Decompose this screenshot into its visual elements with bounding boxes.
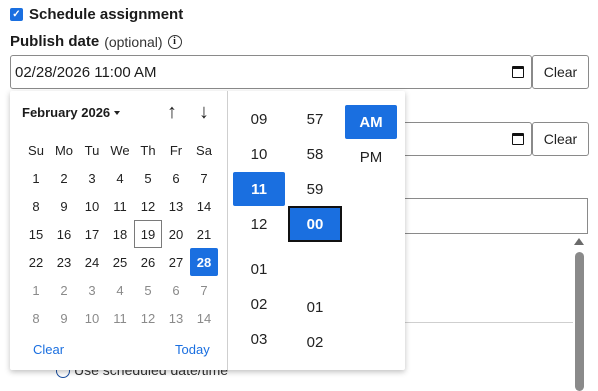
calendar-clear-button[interactable]: Clear [33, 342, 64, 357]
publish-label-row: Publish date (optional) i [10, 33, 182, 50]
day-cell-next-month[interactable]: 2 [50, 276, 78, 304]
day-cell[interactable]: 26 [134, 248, 162, 276]
day-cell-next-month[interactable]: 13 [162, 304, 190, 332]
hour-option[interactable]: 02 [233, 287, 285, 321]
day-cell[interactable]: 10 [78, 192, 106, 220]
calendar-icon[interactable] [512, 133, 524, 145]
day-cell[interactable]: 21 [190, 220, 218, 248]
day-cell[interactable]: 27 [162, 248, 190, 276]
hour-option[interactable]: 12 [233, 207, 285, 241]
minute-option[interactable]: 01 [289, 290, 341, 324]
minute-option[interactable]: 02 [289, 325, 341, 359]
hour-option-selected[interactable]: 11 [233, 172, 285, 206]
day-cell[interactable]: 13 [162, 192, 190, 220]
week-row: 8 9 10 11 12 13 14 [22, 304, 218, 332]
weekday: Fr [169, 143, 183, 158]
day-cell-next-month[interactable]: 4 [106, 276, 134, 304]
week-row: 1 2 3 4 5 6 7 [22, 276, 218, 304]
second-clear-button[interactable]: Clear [532, 122, 589, 156]
weekday: Tu [84, 143, 100, 158]
day-cell[interactable]: 5 [134, 164, 162, 192]
day-cell[interactable]: 4 [106, 164, 134, 192]
calendar-icon[interactable] [512, 66, 524, 78]
day-cell-next-month[interactable]: 9 [50, 304, 78, 332]
weekday: Sa [196, 143, 212, 158]
minute-option[interactable]: 57 [289, 102, 341, 136]
hour-option[interactable]: 03 [233, 322, 285, 356]
scroll-up-icon[interactable] [574, 238, 584, 245]
publish-date-value: 02/28/2026 11:00 AM [15, 63, 157, 81]
day-cell-selected[interactable]: 28 [190, 248, 218, 276]
day-cell[interactable]: 16 [50, 220, 78, 248]
day-cell[interactable]: 8 [22, 192, 50, 220]
day-cell[interactable]: 7 [190, 164, 218, 192]
schedule-row: ✓ Schedule assignment [10, 6, 183, 23]
day-cell[interactable]: 12 [134, 192, 162, 220]
day-cell[interactable]: 1 [22, 164, 50, 192]
day-cell-next-month[interactable]: 5 [134, 276, 162, 304]
day-cell-today[interactable]: 19 [134, 220, 162, 248]
day-cell-next-month[interactable]: 14 [190, 304, 218, 332]
week-row: 1 2 3 4 5 6 7 [22, 164, 218, 192]
day-cell[interactable]: 17 [78, 220, 106, 248]
month-label: February 2026 [22, 105, 111, 120]
day-cell[interactable]: 9 [50, 192, 78, 220]
day-cell[interactable]: 3 [78, 164, 106, 192]
weekday: Su [28, 143, 44, 158]
publish-date-input[interactable]: 02/28/2026 11:00 AM [10, 55, 532, 89]
publish-optional-label: (optional) [104, 33, 163, 50]
calendar-pane: February 2026 ↑ ↓ Su Mo Tu We Th Fr Sa 1… [10, 91, 228, 370]
schedule-checkbox[interactable]: ✓ [10, 8, 23, 21]
hour-option[interactable]: 09 [233, 102, 285, 136]
day-cell[interactable]: 18 [106, 220, 134, 248]
day-cell[interactable]: 23 [50, 248, 78, 276]
week-row: 8 9 10 11 12 13 14 [22, 192, 218, 220]
day-cell[interactable]: 14 [190, 192, 218, 220]
caret-down-icon [114, 110, 121, 115]
day-cell-next-month[interactable]: 7 [190, 276, 218, 304]
day-cell-next-month[interactable]: 1 [22, 276, 50, 304]
day-cell-next-month[interactable]: 11 [106, 304, 134, 332]
hour-option[interactable]: 01 [233, 252, 285, 286]
day-cell[interactable]: 25 [106, 248, 134, 276]
weekday: We [110, 143, 130, 158]
publish-clear-button[interactable]: Clear [532, 55, 589, 89]
week-row: 22 23 24 25 26 27 28 [22, 248, 218, 276]
datetime-picker-popup: February 2026 ↑ ↓ Su Mo Tu We Th Fr Sa 1… [10, 91, 405, 370]
publish-date-label: Publish date [10, 33, 100, 50]
period-option[interactable]: PM [345, 140, 397, 174]
minute-option[interactable]: 59 [289, 172, 341, 206]
weekday: Th [140, 143, 156, 158]
minute-option[interactable]: 58 [289, 137, 341, 171]
day-cell-next-month[interactable]: 8 [22, 304, 50, 332]
month-selector[interactable]: February 2026 [22, 105, 121, 120]
schedule-label: Schedule assignment [29, 6, 184, 23]
prev-month-icon[interactable]: ↑ [161, 101, 183, 124]
weekday: Mo [54, 143, 74, 158]
hour-option[interactable]: 10 [233, 137, 285, 171]
day-cell[interactable]: 22 [22, 248, 50, 276]
next-month-icon[interactable]: ↓ [193, 101, 215, 124]
info-icon[interactable]: i [167, 34, 182, 49]
week-row: 15 16 17 18 19 20 21 [22, 220, 218, 248]
day-cell-next-month[interactable]: 3 [78, 276, 106, 304]
calendar-today-button[interactable]: Today [175, 342, 210, 357]
day-cell[interactable]: 24 [78, 248, 106, 276]
day-cell-next-month[interactable]: 12 [134, 304, 162, 332]
day-cell[interactable]: 20 [162, 220, 190, 248]
day-cell-next-month[interactable]: 6 [162, 276, 190, 304]
minute-option-selected[interactable]: 00 [288, 206, 342, 242]
day-cell-next-month[interactable]: 10 [78, 304, 106, 332]
period-option-selected[interactable]: AM [345, 105, 397, 139]
day-cell[interactable]: 6 [162, 164, 190, 192]
scrollbar-thumb[interactable] [575, 252, 584, 391]
day-cell[interactable]: 11 [106, 192, 134, 220]
weekday-header: Su Mo Tu We Th Fr Sa [22, 143, 218, 158]
day-cell[interactable]: 15 [22, 220, 50, 248]
day-cell[interactable]: 2 [50, 164, 78, 192]
